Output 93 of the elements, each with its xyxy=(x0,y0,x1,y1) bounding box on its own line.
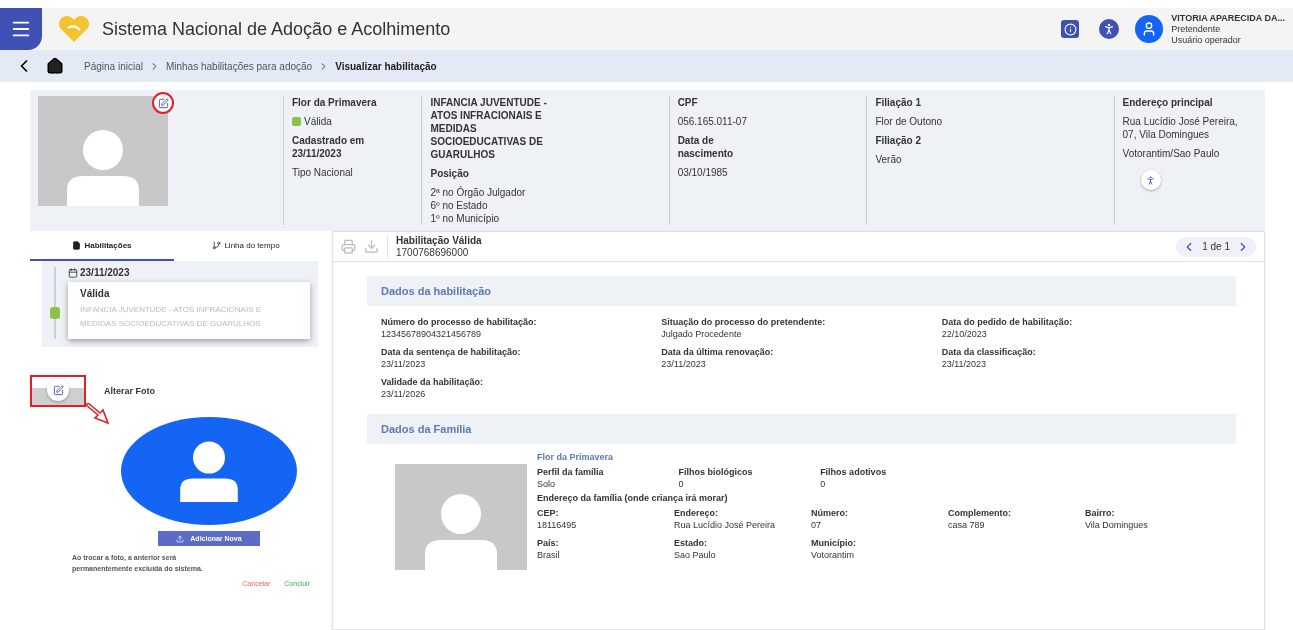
branch-icon xyxy=(212,240,222,250)
heart-logo-icon xyxy=(56,14,92,44)
print-icon xyxy=(341,239,356,254)
field-label: Filhos adotivos xyxy=(820,466,888,478)
field-value: 056.165.011-07 xyxy=(677,115,748,128)
field-value: Sao Paulo xyxy=(674,549,717,561)
person-icon xyxy=(1145,174,1157,186)
field-value: Rua Lucídio José Pereira, 07, Vila Domingues xyxy=(1122,115,1239,141)
edit-photo-button[interactable] xyxy=(47,379,69,401)
user-profile: Usuário operador xyxy=(1171,34,1242,46)
field-value: 23/11/2023 xyxy=(941,358,988,370)
field-label: Complemento: xyxy=(948,507,1012,519)
app-title: Sistema Nacional de Adoção e Acolhimento xyxy=(102,18,451,40)
info-button[interactable] xyxy=(1061,20,1080,38)
field-label: Estado: xyxy=(674,537,708,549)
field-value: Julgado Procedente xyxy=(661,328,743,340)
registration-type: Tipo Nacional xyxy=(291,166,354,179)
field-value: casa 789 xyxy=(948,519,986,531)
detail-id: 1700768696000 xyxy=(396,246,470,259)
field-label: Validade da habilitação: xyxy=(381,376,485,388)
field-label: Data do pedido de habilitação: xyxy=(941,316,1074,328)
field-value: 23/11/2023 xyxy=(381,358,427,370)
change-photo-title: Alterar Foto xyxy=(104,386,155,396)
field-label: Bairro: xyxy=(1085,507,1116,519)
status-label: Válida xyxy=(303,115,332,128)
user-avatar-button[interactable] xyxy=(1135,15,1164,43)
field-value: 12345678904321456789 xyxy=(381,328,483,340)
field-value: 22/10/2023 xyxy=(941,328,988,340)
breadcrumb-link[interactable]: Página inicial xyxy=(84,60,143,72)
breadcrumb-link[interactable]: Minhas habilitações para adoção xyxy=(165,60,313,72)
field-label: Município: xyxy=(811,537,857,549)
address-title: Endereço da família (onde criança irá morar) xyxy=(537,493,729,504)
field-label: CEP: xyxy=(537,507,560,519)
position-text: 6º no Estado xyxy=(430,199,489,212)
edit-icon xyxy=(52,384,64,396)
field-label: Data da sentença de habilitação: xyxy=(381,346,522,358)
field-value: Votorantim xyxy=(811,549,856,561)
family-name: Flor da Primavera xyxy=(537,452,615,463)
position-text: 1º no Município xyxy=(430,212,501,225)
field-value: Brasil xyxy=(537,549,561,561)
section-header: Dados da Família xyxy=(367,414,1236,444)
user-name: VITORIA APARECIDA DA... xyxy=(1171,12,1285,24)
download-icon xyxy=(364,239,379,254)
field-value: 03/10/1985 xyxy=(677,166,729,179)
timeline-date: 23/11/2023 xyxy=(68,267,310,278)
detail-title: Habilitação Válida xyxy=(396,234,482,247)
home-button[interactable] xyxy=(46,57,64,75)
court-name: INFANCIA JUVENTUDE - ATOS INFRACIONAIS E MEDIDAS SOCIOEDUCATIVAS DE GUARULHOS xyxy=(430,96,548,161)
field-label: Data de nascimento xyxy=(677,134,735,160)
accessibility-button[interactable] xyxy=(1099,19,1120,39)
edit-icon xyxy=(157,97,169,109)
field-value: 18116495 xyxy=(537,519,578,531)
field-value: 23/11/2026 xyxy=(381,388,427,400)
home-icon xyxy=(46,57,64,75)
info-icon xyxy=(1063,22,1077,36)
field-label: Data da última renovação: xyxy=(661,346,775,358)
field-label: Filhos biológicos xyxy=(678,466,754,478)
field-value: Vila Domingues xyxy=(1085,519,1149,531)
section-header: Dados da habilitação xyxy=(367,276,1236,306)
field-value: Solo xyxy=(537,478,556,490)
upload-icon xyxy=(176,534,185,543)
field-label: Data da classificação: xyxy=(941,346,1037,358)
person-button[interactable] xyxy=(1140,170,1161,190)
page-indicator: 1 de 1 xyxy=(1202,241,1230,252)
field-value: Verão xyxy=(875,153,903,166)
field-label: Número do processo de habilitação: xyxy=(381,316,538,328)
field-label: Endereço: xyxy=(674,507,719,519)
field-label: Endereço principal xyxy=(1122,96,1214,109)
field-label: Filiação 2 xyxy=(875,134,922,147)
field-label: Filiação 1 xyxy=(875,96,922,109)
field-label: País: xyxy=(537,537,560,549)
field-value: Rua Lucídio José Pereira xyxy=(674,519,777,531)
timeline-status: Válida xyxy=(80,288,111,299)
field-value: 0 xyxy=(678,478,685,490)
field-value: Flor de Outono xyxy=(875,115,944,128)
field-label: Perfil da família xyxy=(537,466,605,478)
breadcrumb-link[interactable]: Visualizar habilitação xyxy=(335,60,437,72)
field-label: Número: xyxy=(811,507,849,519)
calendar-icon xyxy=(68,267,78,278)
document-icon xyxy=(72,240,82,250)
menu-button[interactable] xyxy=(0,8,42,50)
position-label: Posição xyxy=(430,167,470,180)
field-value: 23/11/2023 xyxy=(661,358,707,370)
field-label: CPF xyxy=(677,96,699,109)
applicant-name: Flor da Primavera xyxy=(291,96,378,109)
field-label: Situação do processo do pretendente: xyxy=(661,316,827,328)
edit-photo-button[interactable] xyxy=(152,92,174,114)
field-value: Votorantim/Sao Paulo xyxy=(1122,147,1221,160)
position-text: 2ª no Órgão Julgador xyxy=(430,186,527,199)
field-value: 07 xyxy=(811,519,822,531)
user-role: Pretendente xyxy=(1171,23,1222,35)
field-value: 0 xyxy=(820,478,827,490)
registered-date: Cadastrado em 23/11/2023 xyxy=(291,134,366,160)
